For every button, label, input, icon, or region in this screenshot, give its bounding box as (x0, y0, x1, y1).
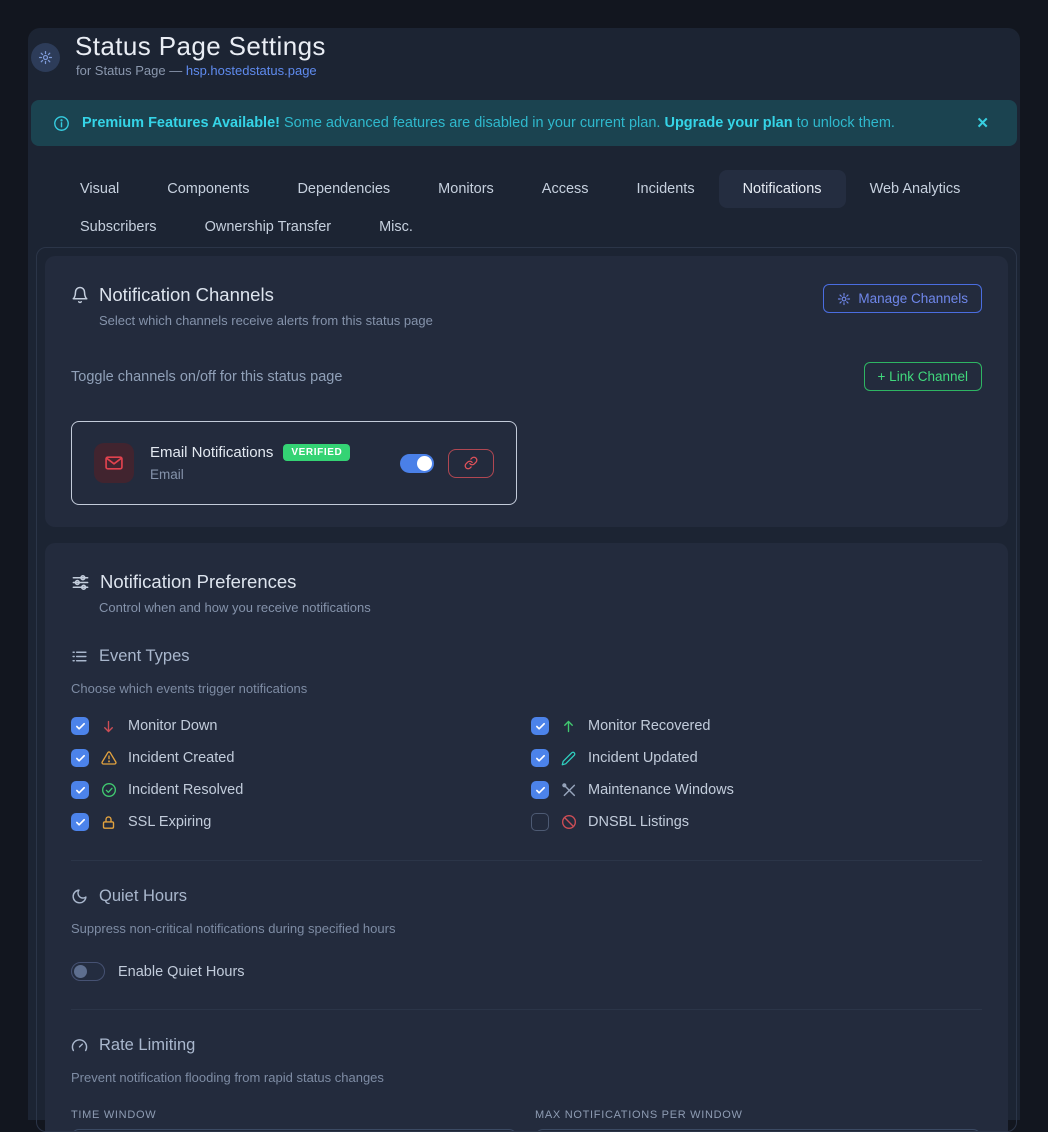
event-incident-resolved[interactable]: Incident Resolved (71, 780, 531, 800)
preferences-subheading: Control when and how you receive notific… (99, 600, 982, 615)
channel-type: Email (150, 467, 400, 482)
max-notifications-label: MAX NOTIFICATIONS PER WINDOW (535, 1109, 981, 1121)
event-maintenance-windows[interactable]: Maintenance Windows (531, 780, 982, 800)
checkbox-checked[interactable] (71, 813, 89, 831)
gear-avatar (31, 43, 60, 72)
event-types-subheading: Choose which events trigger notification… (71, 681, 982, 696)
event-ssl-expiring[interactable]: SSL Expiring (71, 812, 531, 832)
quiet-hours-toggle-label: Enable Quiet Hours (118, 964, 245, 980)
lock-icon (100, 815, 117, 830)
tab-monitors[interactable]: Monitors (414, 170, 518, 208)
channels-toggle-hint: Toggle channels on/off for this status p… (71, 369, 342, 385)
checkbox-unchecked[interactable] (531, 813, 549, 831)
bell-icon (71, 286, 89, 304)
premium-banner: Premium Features Available! Some advance… (31, 100, 1017, 146)
channels-heading-row: Notification Channels (71, 284, 433, 306)
channels-heading: Notification Channels (99, 284, 274, 306)
event-monitor-down[interactable]: Monitor Down (71, 716, 531, 736)
tab-incidents[interactable]: Incidents (613, 170, 719, 208)
rate-limiting-heading-row: Rate Limiting (71, 1036, 982, 1055)
tab-dependencies[interactable]: Dependencies (273, 170, 414, 208)
page-subtitle: for Status Page — hsp.hostedstatus.page (76, 63, 317, 78)
checkbox-checked[interactable] (531, 749, 549, 767)
gauge-icon (71, 1037, 88, 1054)
checkbox-checked[interactable] (71, 749, 89, 767)
toggle-knob (417, 456, 432, 471)
max-notifications-field: MAX NOTIFICATIONS PER WINDOW 10 (535, 1109, 981, 1132)
check-circle-icon (100, 782, 117, 798)
arrow-down-icon (100, 719, 117, 734)
notification-channels-section: Notification Channels Select which chann… (45, 256, 1008, 527)
banner-text: Premium Features Available! Some advance… (82, 115, 970, 131)
divider (71, 860, 982, 861)
quiet-hours-toggle[interactable] (71, 962, 105, 981)
tab-subscribers[interactable]: Subscribers (56, 208, 181, 246)
toggle-knob (74, 965, 87, 978)
moon-icon (71, 888, 88, 905)
event-incident-created[interactable]: Incident Created (71, 748, 531, 768)
rate-limiting-subheading: Prevent notification flooding from rapid… (71, 1070, 982, 1085)
page-title: Status Page Settings (75, 31, 326, 62)
tab-misc[interactable]: Misc. (355, 208, 437, 246)
manage-channels-button[interactable]: Manage Channels (823, 284, 982, 313)
quiet-hours-heading: Quiet Hours (99, 887, 187, 906)
tab-access[interactable]: Access (518, 170, 613, 208)
envelope-icon (104, 453, 124, 473)
pencil-icon (560, 751, 577, 766)
status-page-domain-link[interactable]: hsp.hostedstatus.page (186, 63, 317, 78)
checkbox-checked[interactable] (71, 717, 89, 735)
link-icon (464, 456, 478, 470)
unlink-channel-button[interactable] (448, 449, 494, 478)
gear-icon (837, 292, 851, 306)
tab-visual[interactable]: Visual (56, 170, 143, 208)
arrow-up-icon (560, 719, 577, 734)
close-icon[interactable]: ✕ (970, 112, 995, 135)
notification-preferences-section: Notification Preferences Control when an… (45, 543, 1008, 1132)
tab-web-analytics[interactable]: Web Analytics (846, 170, 985, 208)
preferences-heading: Notification Preferences (100, 571, 296, 593)
event-types-grid: Monitor Down Monitor Recovered Incident … (71, 716, 982, 832)
time-window-field: TIME WINDOW 15 minutes (71, 1109, 517, 1132)
warning-triangle-icon (100, 750, 117, 766)
upgrade-plan-link[interactable]: Upgrade your plan (664, 115, 792, 131)
tab-components[interactable]: Components (143, 170, 273, 208)
time-window-label: TIME WINDOW (71, 1109, 517, 1121)
link-channel-button[interactable]: + Link Channel (864, 362, 982, 391)
divider (71, 1009, 982, 1010)
preferences-heading-row: Notification Preferences (71, 571, 982, 593)
event-dnsbl-listings[interactable]: DNSBL Listings (531, 812, 982, 832)
checkbox-checked[interactable] (531, 781, 549, 799)
quiet-hours-subheading: Suppress non-critical notifications duri… (71, 921, 982, 936)
verified-badge: VERIFIED (283, 444, 350, 461)
channel-name: Email Notifications (150, 444, 273, 461)
rate-limiting-heading: Rate Limiting (99, 1036, 195, 1055)
channels-subheading: Select which channels receive alerts fro… (99, 313, 433, 328)
email-channel-toggle[interactable] (400, 454, 434, 473)
event-monitor-recovered[interactable]: Monitor Recovered (531, 716, 982, 736)
ban-icon (560, 814, 577, 830)
tab-notifications[interactable]: Notifications (719, 170, 846, 208)
event-incident-updated[interactable]: Incident Updated (531, 748, 982, 768)
banner-title: Premium Features Available! (82, 115, 280, 131)
quiet-hours-heading-row: Quiet Hours (71, 887, 982, 906)
tab-ownership-transfer[interactable]: Ownership Transfer (181, 208, 356, 246)
info-icon (53, 115, 70, 132)
settings-tabs: Visual Components Dependencies Monitors … (56, 170, 992, 246)
list-icon (71, 648, 88, 665)
tools-icon (560, 782, 577, 798)
event-types-heading-row: Event Types (71, 647, 982, 666)
sliders-icon (71, 573, 90, 592)
settings-page: Status Page Settings for Status Page — h… (28, 28, 1020, 1120)
notifications-tab-panel: Notification Channels Select which chann… (36, 247, 1017, 1132)
gear-icon (38, 50, 53, 65)
checkbox-checked[interactable] (531, 717, 549, 735)
checkbox-checked[interactable] (71, 781, 89, 799)
event-types-heading: Event Types (99, 647, 190, 666)
email-channel-card: Email Notifications VERIFIED Email (71, 421, 517, 505)
email-channel-tile (94, 443, 134, 483)
